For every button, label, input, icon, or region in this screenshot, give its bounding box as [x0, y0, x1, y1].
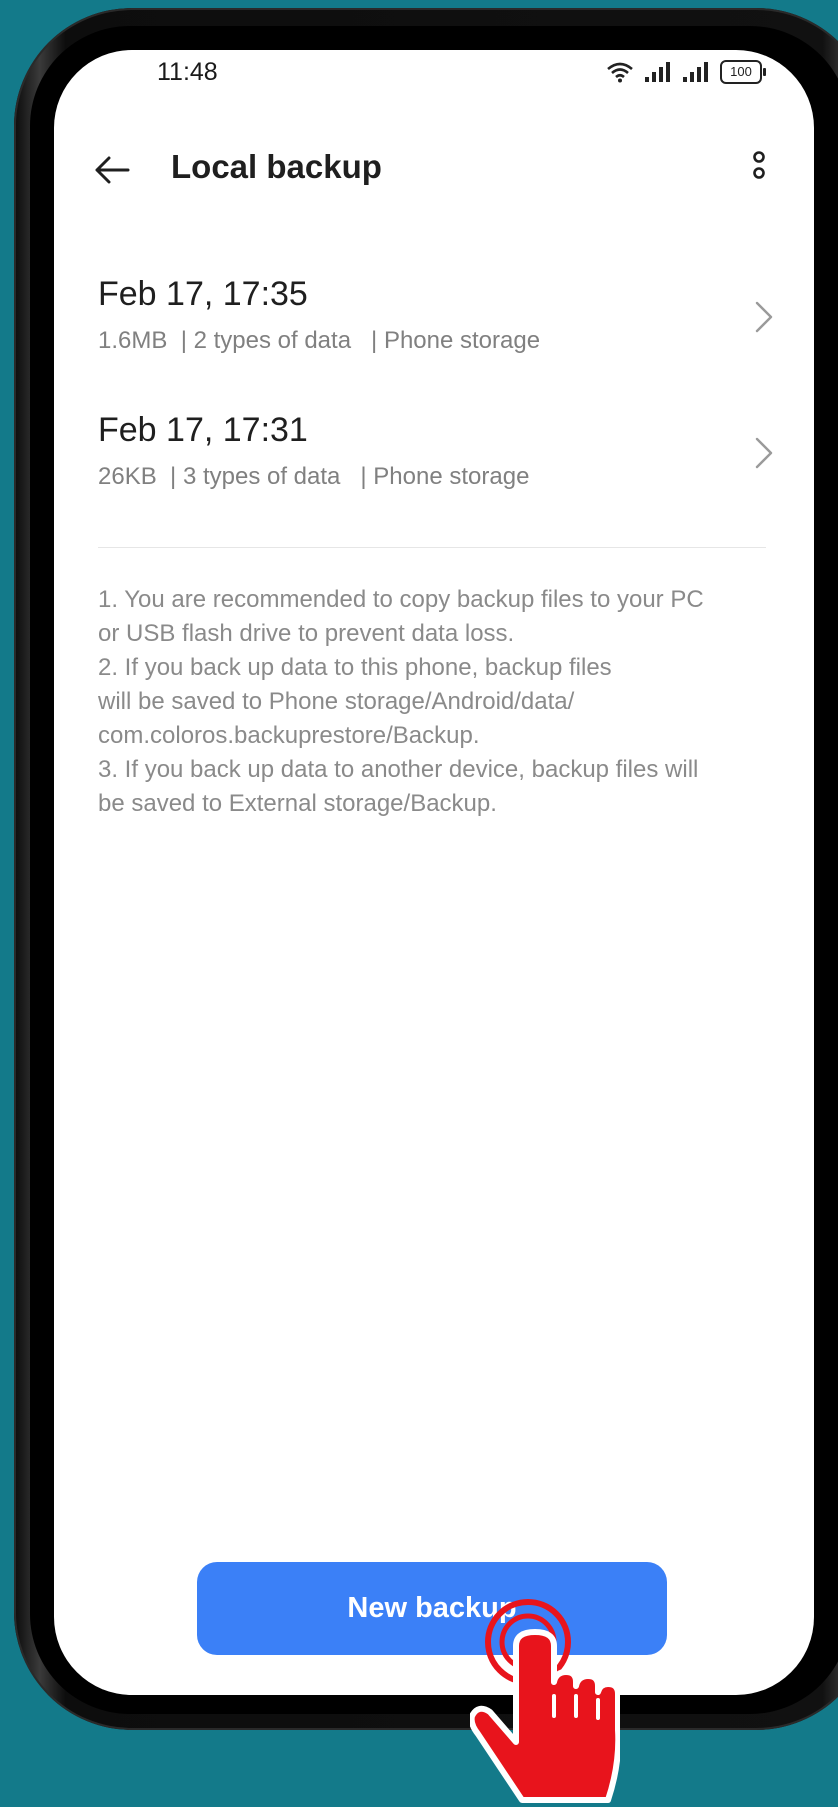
wifi-icon — [607, 62, 633, 83]
note-line: 3. If you back up data to another device… — [98, 756, 699, 783]
backup-date: Feb 17, 17:31 — [98, 411, 308, 449]
note-line: or USB flash drive to prevent data loss. — [98, 620, 515, 647]
battery-icon: 100 — [720, 60, 766, 84]
tap-hand-icon — [470, 1599, 620, 1803]
signal-icon — [645, 62, 670, 82]
note-line: be saved to External storage/Backup. — [98, 790, 497, 817]
chevron-right-icon — [755, 301, 773, 333]
status-time: 11:48 — [157, 58, 218, 86]
note-line: 2. If you back up data to this phone, ba… — [98, 654, 612, 681]
backup-list-item[interactable]: Feb 17, 17:35 1.6MB | 2 types of data | … — [98, 275, 778, 395]
backup-list-item[interactable]: Feb 17, 17:31 26KB | 3 types of data | P… — [98, 411, 778, 531]
backup-notes: 1. You are recommended to copy backup fi… — [98, 583, 778, 821]
note-line: will be saved to Phone storage/Android/d… — [98, 688, 575, 715]
note-line: com.coloros.backuprestore/Backup. — [98, 722, 480, 749]
arrow-left-icon[interactable] — [92, 150, 132, 190]
signal-icon — [683, 62, 708, 82]
status-icons: 100 — [606, 60, 766, 84]
backup-date: Feb 17, 17:35 — [98, 275, 308, 313]
note-line: 1. You are recommended to copy backup fi… — [98, 586, 704, 613]
more-vertical-icon[interactable] — [744, 148, 774, 188]
phone-screen: 11:48 100 Local backup Feb 17, 17:35 1.6… — [54, 50, 814, 1695]
backup-details: 26KB | 3 types of data | Phone storage — [98, 463, 530, 490]
backup-details: 1.6MB | 2 types of data | Phone storage — [98, 327, 541, 354]
chevron-right-icon — [755, 437, 773, 469]
divider — [98, 547, 766, 548]
page-title: Local backup — [171, 148, 382, 185]
